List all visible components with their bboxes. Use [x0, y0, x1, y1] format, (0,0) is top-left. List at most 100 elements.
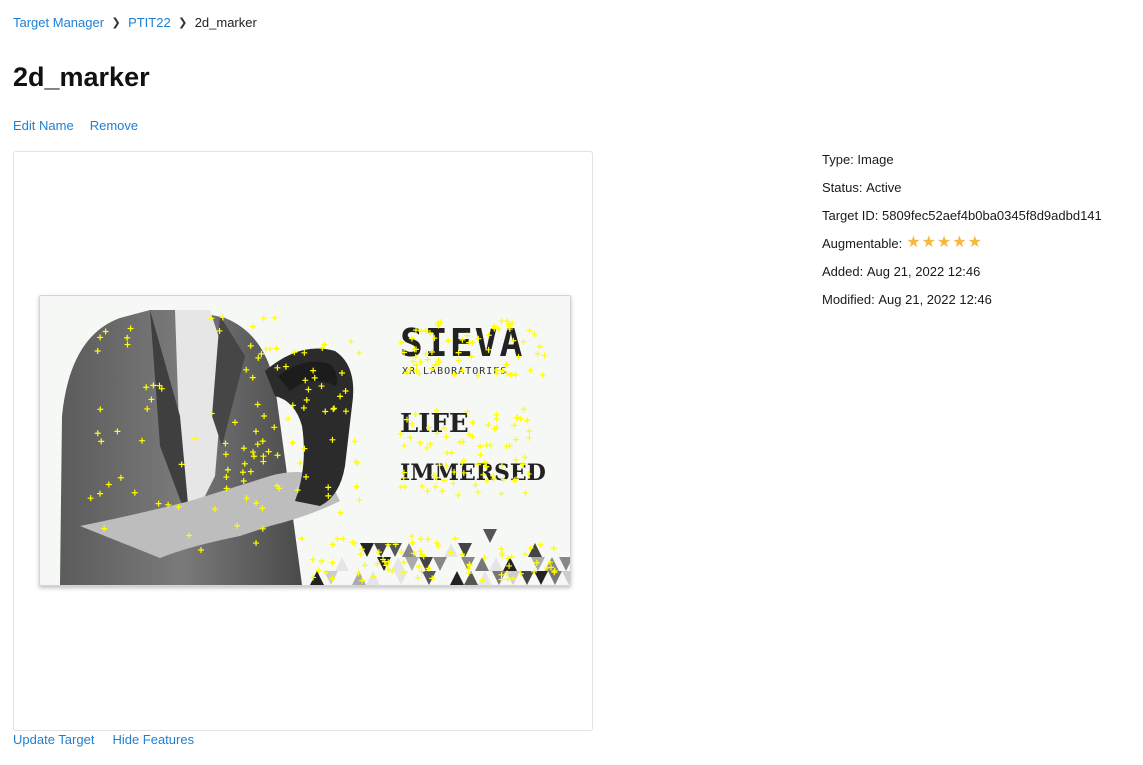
mosaic-triangle [394, 571, 408, 585]
feature-point [513, 414, 520, 421]
feature-point [487, 442, 494, 449]
feature-point [398, 549, 405, 556]
feature-point [550, 545, 557, 552]
feature-point [424, 536, 431, 543]
mosaic-triangle [492, 571, 506, 585]
feature-point [474, 488, 481, 495]
update-target-link[interactable]: Update Target [13, 732, 94, 747]
feature-point [289, 439, 296, 446]
feature-point [520, 406, 527, 413]
feature-point [260, 315, 267, 322]
added-value: Aug 21, 2022 12:46 [866, 264, 981, 279]
feature-point [298, 535, 305, 542]
feature-point [522, 551, 529, 558]
remove-link[interactable]: Remove [90, 118, 138, 133]
feature-point [348, 338, 355, 345]
feature-point [498, 490, 505, 497]
detail-added: Added: Aug 21, 2022 12:46 [822, 264, 981, 279]
detail-status: Status: Active [822, 180, 902, 195]
breadcrumb-current: 2d_marker [194, 15, 257, 30]
mosaic-triangle [559, 557, 570, 571]
modified-value: Aug 21, 2022 12:46 [878, 292, 992, 307]
feature-point [514, 414, 521, 421]
feature-point [526, 428, 533, 435]
feature-point [424, 488, 431, 495]
feature-point [477, 443, 484, 450]
feature-point [522, 489, 529, 496]
feature-point [507, 371, 514, 378]
feature-point [493, 416, 500, 423]
mosaic-triangle [475, 557, 489, 571]
target-id-value: 5809fec52aef4b0ba0345f8d9adbd141 [881, 208, 1102, 223]
page-title: 2d_marker [13, 62, 150, 92]
feature-point [297, 460, 304, 467]
feature-point [357, 551, 364, 558]
brand-text: SIEVA [400, 321, 524, 365]
feature-point [318, 558, 325, 565]
feature-point [285, 415, 292, 422]
feature-point [510, 422, 517, 429]
feature-point [534, 350, 541, 357]
feature-point [351, 438, 358, 445]
feature-point [512, 436, 519, 443]
preview-actions: Update Target Hide Features [13, 732, 194, 747]
hide-features-link[interactable]: Hide Features [112, 732, 194, 747]
type-value: Image [857, 152, 894, 167]
feature-point [541, 352, 548, 359]
breadcrumb-ptit22[interactable]: PTIT22 [128, 15, 171, 30]
feature-point [353, 483, 360, 490]
star-icon: ★ [936, 234, 952, 251]
star-icon: ★ [906, 234, 921, 251]
chevron-right-icon: ❯ [178, 17, 188, 29]
target-preview-panel: SIEVA XR LABORATORIES LIFE IMMERSED [13, 151, 593, 731]
feature-point [401, 442, 408, 449]
chevron-right-icon: ❯ [111, 17, 121, 29]
status-value: Active [866, 180, 902, 195]
augmentable-rating: ★ ★ ★ ★ ★ [906, 234, 982, 251]
feature-point [356, 496, 363, 503]
feature-point [485, 422, 492, 429]
feature-point [477, 451, 484, 458]
feature-point [271, 314, 278, 321]
feature-point [524, 417, 531, 424]
feature-point [408, 533, 415, 540]
feature-point [414, 574, 421, 581]
feature-point [527, 367, 534, 374]
feature-point [424, 444, 431, 451]
feature-point [531, 330, 538, 337]
feature-point [409, 539, 416, 546]
detail-type: Type: Image [822, 152, 894, 167]
feature-point [427, 440, 434, 447]
target-image: SIEVA XR LABORATORIES LIFE IMMERSED [39, 295, 571, 586]
breadcrumb: Target Manager ❯ PTIT22 ❯ 2d_marker [13, 15, 257, 30]
feature-point [537, 541, 544, 548]
detail-modified: Modified: Aug 21, 2022 12:46 [822, 292, 992, 307]
target-image-graphic: SIEVA XR LABORATORIES LIFE IMMERSED [60, 310, 570, 585]
edit-name-link[interactable]: Edit Name [13, 118, 74, 133]
feature-point [455, 492, 462, 499]
mosaic-triangle [335, 557, 349, 571]
target-actions: Edit Name Remove [13, 118, 138, 133]
feature-point [460, 438, 467, 445]
feature-point [329, 541, 336, 548]
mosaic-triangle [433, 557, 447, 571]
mosaic-triangle [478, 571, 492, 585]
feature-point [539, 372, 546, 379]
feature-point [309, 556, 316, 563]
feature-point [329, 559, 336, 566]
star-icon: ★ [967, 234, 982, 251]
mosaic-triangle [534, 571, 548, 585]
star-icon: ★ [952, 234, 967, 251]
feature-point [526, 434, 533, 441]
mosaic-triangle [450, 571, 464, 585]
feature-point [536, 343, 543, 350]
mosaic-triangle [562, 571, 570, 585]
target-details: Type: Image Status: Active Target ID: 58… [822, 152, 1102, 320]
triangle-mosaic [310, 529, 570, 585]
mosaic-triangle [405, 557, 419, 571]
breadcrumb-target-manager[interactable]: Target Manager [13, 15, 104, 30]
feature-point [417, 439, 424, 446]
feature-point [503, 443, 510, 450]
mosaic-triangle [483, 529, 497, 543]
feature-point [452, 535, 459, 542]
